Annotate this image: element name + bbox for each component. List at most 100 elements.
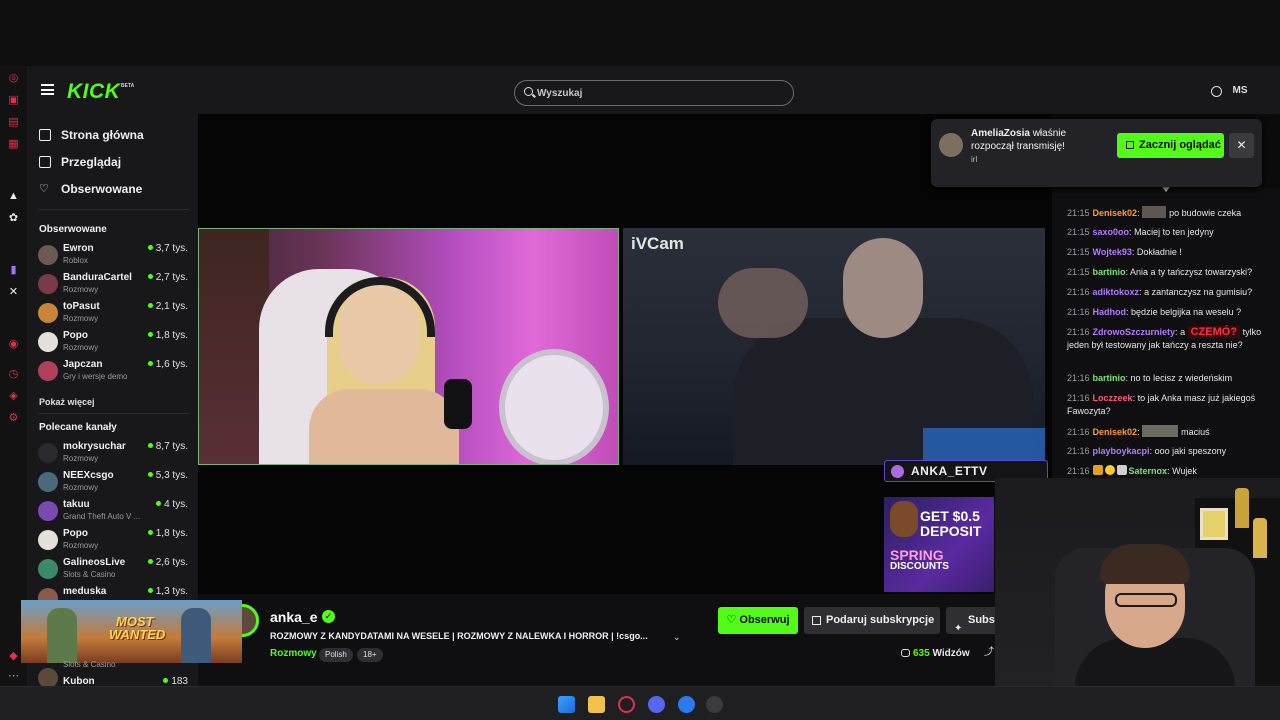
extensions-icon[interactable]: ◈ (7, 390, 20, 403)
chat-username[interactable]: Saternox (1129, 466, 1168, 476)
chat-username[interactable]: Hadhod (1093, 307, 1127, 317)
chat-scroll-arrow-icon[interactable] (1162, 187, 1170, 192)
followed-channel[interactable]: Popo Rozmowy 1,8 tys. (38, 329, 188, 357)
tag-language[interactable]: Polish (319, 648, 353, 662)
chat-username[interactable]: bartinio (1093, 267, 1126, 277)
hamburger-menu-icon[interactable] (41, 84, 54, 95)
emote-icon (1142, 425, 1179, 437)
guest-hand (718, 268, 808, 338)
opera-gx-icon[interactable] (618, 696, 635, 713)
video-player[interactable]: iVCam ANKA_ETTV GET $0.5 DEPOSIT SPRING … (198, 114, 1052, 594)
chat-username[interactable]: Wojtek93 (1093, 247, 1132, 257)
tag-age[interactable]: 18+ (357, 648, 383, 662)
followed-section-title: Obserwowane (39, 224, 107, 235)
player-icon[interactable]: ◉ (7, 338, 20, 351)
channel-avatar (38, 361, 58, 381)
channel-name: meduska (63, 586, 107, 597)
twitch-icon[interactable]: ▮ (7, 264, 20, 277)
guest-head (843, 238, 923, 338)
gift-subs-button[interactable]: Podaruj subskrypcje (804, 607, 940, 634)
recommended-channel[interactable]: Kubon 183 (38, 668, 188, 686)
nav-following[interactable]: ♡ Obserwowane (39, 180, 142, 198)
chat-username[interactable]: ZdrowoSzczurniety (1093, 327, 1176, 337)
nav-browse[interactable]: Przeglądaj (39, 153, 121, 171)
channel-viewers: 1,8 tys. (147, 330, 188, 341)
notification-icon[interactable] (1211, 86, 1222, 97)
chat-username[interactable]: Loczzeek (1093, 393, 1133, 403)
file-explorer-icon[interactable] (588, 696, 605, 713)
chat-username[interactable]: adiktokoxz (1093, 287, 1140, 297)
chat-username[interactable]: bartinio (1093, 373, 1126, 383)
start-watching-button[interactable]: Zacznij oglądać (1117, 133, 1224, 158)
x-icon[interactable]: ✕ (7, 286, 20, 299)
follow-button[interactable]: ♡ Obserwuj (718, 607, 798, 634)
followed-channel[interactable]: Japczan Gry i wersje demo 1,6 tys. (38, 358, 188, 386)
character-figure (181, 608, 211, 663)
channel-name: Ewron (63, 243, 94, 254)
user-avatar[interactable]: MS (1229, 83, 1251, 99)
search-bar[interactable] (514, 80, 794, 106)
followed-channel[interactable]: BanduraCartel Rozmowy 2,7 tys. (38, 271, 188, 299)
streamer-camera-feed (198, 228, 619, 465)
ad-line3: SPRING (890, 547, 944, 563)
nav-home[interactable]: Strona główna (39, 126, 144, 144)
mail-icon[interactable]: ▦ (7, 138, 20, 151)
recommended-channel[interactable]: Popo Rozmowy 1,8 tys. (38, 527, 188, 555)
viewer-counter: 635 Widzów (901, 648, 970, 659)
history-icon[interactable]: ◷ (7, 368, 20, 381)
live-dot-icon (147, 274, 153, 279)
opera-icon[interactable]: ◎ (7, 72, 20, 85)
share-icon[interactable]: ⤴ (984, 648, 994, 658)
ad-line1: GET $0.5 (920, 508, 980, 524)
viewer-count: 1,3 tys. (155, 586, 188, 597)
recommended-channel[interactable]: GalineosLive Slots & Casino 2,6 tys. (38, 556, 188, 584)
facecam (995, 478, 1280, 720)
chat-username[interactable]: Denisek02 (1093, 208, 1138, 218)
search-icon (524, 87, 533, 96)
chat-message: 21:15 Denisek02: po budowie czeka (1067, 206, 1242, 218)
chevron-down-icon[interactable]: ⌄ (673, 632, 681, 643)
games-icon[interactable]: ▤ (7, 116, 20, 129)
recommended-channel[interactable]: takuu Grand Theft Auto V ... 4 tys. (38, 498, 188, 526)
notification-avatar (939, 133, 963, 157)
channel-name: BanduraCartel (63, 272, 132, 283)
channel-category: Gry i wersje demo (63, 372, 128, 381)
followed-channel[interactable]: toPasut Rozmowy 2,1 tys. (38, 300, 188, 328)
ad-banner[interactable]: GET $0.5 DEPOSIT SPRING DISCOUNTS (884, 497, 994, 592)
live-dot-icon (147, 530, 153, 535)
close-icon[interactable]: ✕ (1229, 133, 1254, 158)
channel-name[interactable]: anka_e (270, 609, 317, 625)
search-input[interactable] (537, 85, 777, 101)
chatgpt-icon[interactable]: ✿ (7, 212, 20, 225)
channel-name: Kubon (63, 676, 95, 686)
chat-username[interactable]: playboykacpi (1093, 446, 1150, 456)
category-link[interactable]: Rozmowy (270, 648, 317, 659)
stream-title: ROZMOWY Z KANDYDATAMI NA WESELE | ROZMOW… (270, 631, 648, 641)
windows-start-icon[interactable] (558, 696, 575, 713)
gx-icon[interactable]: ◆ (7, 650, 20, 663)
glasses (1115, 593, 1177, 607)
chat-message: 21:16 Saternox: Wujek (1067, 465, 1197, 476)
channel-category: Rozmowy (63, 285, 99, 294)
messenger-icon[interactable] (678, 696, 695, 713)
kick-logo[interactable]: KICK (67, 80, 120, 104)
chat-username[interactable]: saxo0oo (1093, 227, 1130, 237)
channel-avatar (38, 274, 58, 294)
recommended-channel[interactable]: mokrysuchar Rozmowy 8,7 tys. (38, 440, 188, 468)
shopping-icon[interactable]: ▣ (7, 94, 20, 107)
steam-icon[interactable] (706, 696, 723, 713)
top-black-band (0, 0, 1280, 66)
followed-channel[interactable]: Ewron Roblox 3,7 tys. (38, 242, 188, 270)
channel-category: Rozmowy (63, 483, 99, 492)
channel-viewers: 2,1 tys. (147, 301, 188, 312)
gift-icon (812, 616, 821, 625)
recommended-channel[interactable]: NEEXcsgo Rozmowy 5,3 tys. (38, 469, 188, 497)
more-icon[interactable]: ⋯ (7, 670, 20, 683)
hidden-category: Slots & Casino (63, 660, 116, 669)
discord-icon[interactable] (648, 696, 665, 713)
arc-icon[interactable]: ▲ (7, 190, 20, 203)
viewer-count: 1,8 tys. (155, 330, 188, 341)
chat-username[interactable]: Denisek02 (1093, 427, 1138, 437)
show-more-link[interactable]: Pokaż więcej (39, 397, 95, 407)
settings-icon[interactable]: ⚙ (7, 412, 20, 425)
